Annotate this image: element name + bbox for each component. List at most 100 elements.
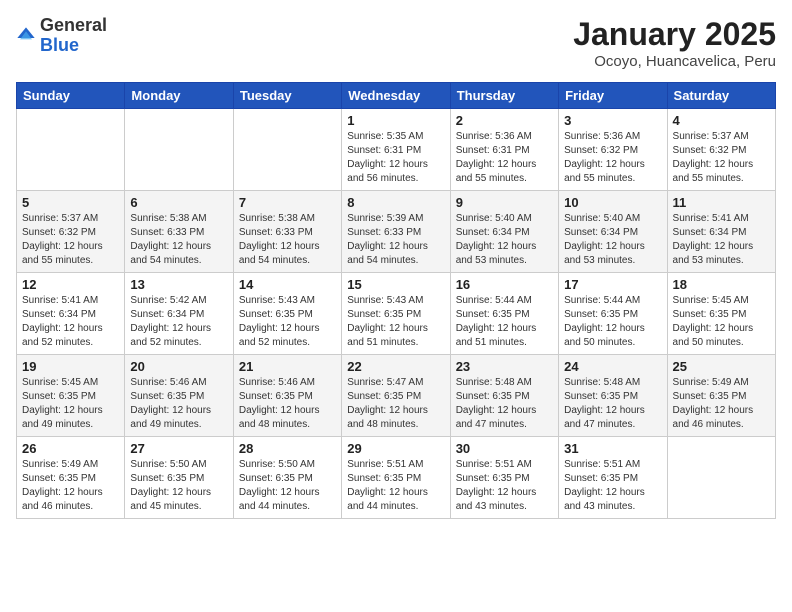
day-info: Sunrise: 5:49 AM Sunset: 6:35 PM Dayligh… (673, 376, 770, 432)
day-number: 26 (22, 441, 119, 456)
logo-general: General (40, 16, 107, 36)
day-info: Sunrise: 5:38 AM Sunset: 6:33 PM Dayligh… (239, 212, 336, 268)
calendar-cell: 20 Sunrise: 5:46 AM Sunset: 6:35 PM Dayli… (125, 355, 233, 437)
day-info: Sunrise: 5:48 AM Sunset: 6:35 PM Dayligh… (564, 376, 661, 432)
day-number: 13 (130, 277, 227, 292)
day-number: 8 (347, 195, 444, 210)
day-number: 19 (22, 359, 119, 374)
calendar-cell: 9 Sunrise: 5:40 AM Sunset: 6:34 PM Daylig… (450, 191, 558, 273)
header: General Blue January 2025 Ocoyo, Huancav… (16, 16, 776, 70)
month-title: January 2025 (573, 16, 776, 53)
day-info: Sunrise: 5:44 AM Sunset: 6:35 PM Dayligh… (564, 294, 661, 350)
logo-blue: Blue (40, 36, 107, 56)
calendar-cell: 8Sunrise: 5:39 AM Sunset: 6:33 PM Daylig… (342, 191, 450, 273)
calendar-cell: 13 Sunrise: 5:42 AM Sunset: 6:34 PM Dayli… (125, 273, 233, 355)
calendar-week-4: 26 Sunrise: 5:49 AM Sunset: 6:35 PM Dayli… (17, 437, 776, 519)
calendar-cell (17, 109, 125, 191)
logo-icon (16, 26, 36, 46)
location: Ocoyo, Huancavelica, Peru (573, 53, 776, 70)
calendar-header: Sunday Monday Tuesday Wednesday Thursday… (17, 83, 776, 109)
calendar-cell: 4Sunrise: 5:37 AM Sunset: 6:32 PM Daylig… (667, 109, 775, 191)
title-block: January 2025 Ocoyo, Huancavelica, Peru (573, 16, 776, 70)
calendar-cell: 12 Sunrise: 5:41 AM Sunset: 6:34 PM Dayli… (17, 273, 125, 355)
day-number: 31 (564, 441, 661, 456)
day-number: 7 (239, 195, 336, 210)
calendar-week-2: 12 Sunrise: 5:41 AM Sunset: 6:34 PM Dayli… (17, 273, 776, 355)
calendar-cell (667, 437, 775, 519)
day-number: 27 (130, 441, 227, 456)
day-info: Sunrise: 5:43 AM Sunset: 6:35 PM Dayligh… (347, 294, 444, 350)
day-info: Sunrise: 5:38 AM Sunset: 6:33 PM Dayligh… (130, 212, 227, 268)
calendar-cell: 31 Sunrise: 5:51 AM Sunset: 6:35 PM Dayli… (559, 437, 667, 519)
day-info: Sunrise: 5:47 AM Sunset: 6:35 PM Dayligh… (347, 376, 444, 432)
calendar-cell: 14Sunrise: 5:43 AM Sunset: 6:35 PM Dayli… (233, 273, 341, 355)
calendar-week-3: 19Sunrise: 5:45 AM Sunset: 6:35 PM Dayli… (17, 355, 776, 437)
day-info: Sunrise: 5:46 AM Sunset: 6:35 PM Dayligh… (130, 376, 227, 432)
day-info: Sunrise: 5:36 AM Sunset: 6:31 PM Dayligh… (456, 130, 553, 186)
logo-text: General Blue (40, 16, 107, 56)
col-tuesday: Tuesday (233, 83, 341, 109)
calendar-cell: 11Sunrise: 5:41 AM Sunset: 6:34 PM Dayli… (667, 191, 775, 273)
day-number: 20 (130, 359, 227, 374)
calendar-cell: 29 Sunrise: 5:51 AM Sunset: 6:35 PM Dayli… (342, 437, 450, 519)
calendar-cell: 30 Sunrise: 5:51 AM Sunset: 6:35 PM Dayli… (450, 437, 558, 519)
calendar-cell: 5Sunrise: 5:37 AM Sunset: 6:32 PM Daylig… (17, 191, 125, 273)
day-number: 2 (456, 113, 553, 128)
calendar-cell: 6 Sunrise: 5:38 AM Sunset: 6:33 PM Daylig… (125, 191, 233, 273)
col-wednesday: Wednesday (342, 83, 450, 109)
header-row: Sunday Monday Tuesday Wednesday Thursday… (17, 83, 776, 109)
day-number: 30 (456, 441, 553, 456)
calendar-cell: 15 Sunrise: 5:43 AM Sunset: 6:35 PM Dayli… (342, 273, 450, 355)
day-number: 21 (239, 359, 336, 374)
day-number: 16 (456, 277, 553, 292)
calendar-cell: 19Sunrise: 5:45 AM Sunset: 6:35 PM Dayli… (17, 355, 125, 437)
col-thursday: Thursday (450, 83, 558, 109)
calendar-cell: 27Sunrise: 5:50 AM Sunset: 6:35 PM Dayli… (125, 437, 233, 519)
calendar-week-1: 5Sunrise: 5:37 AM Sunset: 6:32 PM Daylig… (17, 191, 776, 273)
calendar-cell: 26 Sunrise: 5:49 AM Sunset: 6:35 PM Dayli… (17, 437, 125, 519)
day-info: Sunrise: 5:36 AM Sunset: 6:32 PM Dayligh… (564, 130, 661, 186)
day-number: 14 (239, 277, 336, 292)
col-monday: Monday (125, 83, 233, 109)
day-number: 25 (673, 359, 770, 374)
calendar-cell: 7 Sunrise: 5:38 AM Sunset: 6:33 PM Daylig… (233, 191, 341, 273)
calendar-cell: 24 Sunrise: 5:48 AM Sunset: 6:35 PM Dayli… (559, 355, 667, 437)
col-friday: Friday (559, 83, 667, 109)
day-number: 10 (564, 195, 661, 210)
calendar-cell: 28 Sunrise: 5:50 AM Sunset: 6:35 PM Dayli… (233, 437, 341, 519)
day-info: Sunrise: 5:41 AM Sunset: 6:34 PM Dayligh… (22, 294, 119, 350)
day-info: Sunrise: 5:51 AM Sunset: 6:35 PM Dayligh… (456, 458, 553, 514)
calendar-cell: 21Sunrise: 5:46 AM Sunset: 6:35 PM Dayli… (233, 355, 341, 437)
day-info: Sunrise: 5:45 AM Sunset: 6:35 PM Dayligh… (673, 294, 770, 350)
day-number: 4 (673, 113, 770, 128)
day-number: 24 (564, 359, 661, 374)
day-number: 29 (347, 441, 444, 456)
col-saturday: Saturday (667, 83, 775, 109)
col-sunday: Sunday (17, 83, 125, 109)
day-number: 15 (347, 277, 444, 292)
page: General Blue January 2025 Ocoyo, Huancav… (0, 0, 792, 535)
day-number: 11 (673, 195, 770, 210)
logo: General Blue (16, 16, 107, 56)
day-info: Sunrise: 5:40 AM Sunset: 6:34 PM Dayligh… (456, 212, 553, 268)
day-number: 12 (22, 277, 119, 292)
day-number: 18 (673, 277, 770, 292)
day-number: 22 (347, 359, 444, 374)
day-info: Sunrise: 5:37 AM Sunset: 6:32 PM Dayligh… (22, 212, 119, 268)
day-number: 17 (564, 277, 661, 292)
day-number: 6 (130, 195, 227, 210)
calendar-cell (233, 109, 341, 191)
calendar-cell: 23Sunrise: 5:48 AM Sunset: 6:35 PM Dayli… (450, 355, 558, 437)
calendar-cell: 1Sunrise: 5:35 AM Sunset: 6:31 PM Daylig… (342, 109, 450, 191)
day-info: Sunrise: 5:51 AM Sunset: 6:35 PM Dayligh… (564, 458, 661, 514)
day-info: Sunrise: 5:49 AM Sunset: 6:35 PM Dayligh… (22, 458, 119, 514)
calendar-cell: 16Sunrise: 5:44 AM Sunset: 6:35 PM Dayli… (450, 273, 558, 355)
day-info: Sunrise: 5:50 AM Sunset: 6:35 PM Dayligh… (239, 458, 336, 514)
day-info: Sunrise: 5:42 AM Sunset: 6:34 PM Dayligh… (130, 294, 227, 350)
day-info: Sunrise: 5:51 AM Sunset: 6:35 PM Dayligh… (347, 458, 444, 514)
calendar-cell: 25 Sunrise: 5:49 AM Sunset: 6:35 PM Dayli… (667, 355, 775, 437)
calendar-cell (125, 109, 233, 191)
day-number: 28 (239, 441, 336, 456)
day-number: 9 (456, 195, 553, 210)
day-number: 3 (564, 113, 661, 128)
